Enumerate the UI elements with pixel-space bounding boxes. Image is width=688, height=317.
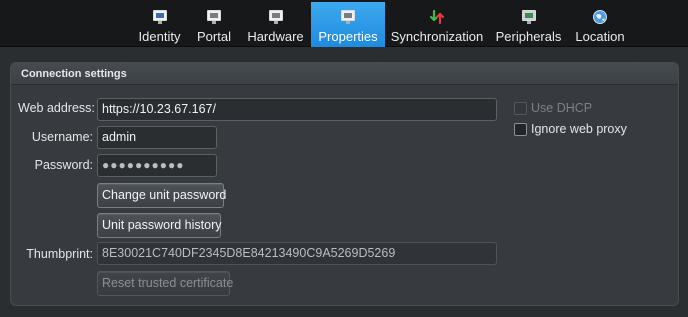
reset-trusted-certificate-button[interactable]: Reset trusted certificate [97,271,233,296]
synchronization-icon [429,9,445,25]
password-label: Password: [34,158,93,172]
tab-label: Synchronization [390,29,484,44]
tab-synchronization[interactable]: Synchronization [389,2,485,47]
username-label: Username: [31,130,93,144]
tab-peripherals[interactable]: Peripherals [495,2,562,47]
portal-icon [206,9,222,25]
properties-icon [340,9,356,25]
password-input[interactable]: ●●●●●●●●●● [97,154,217,177]
tab-bar: Identity Portal Hardware Properties Sync… [0,0,688,47]
tab-label: Location [575,29,625,44]
use-dhcp-checkbox[interactable]: Use DHCP [514,101,592,115]
username-input[interactable]: admin [97,126,217,149]
checkbox-box [514,101,527,115]
tab-label: Portal [197,29,231,44]
tab-label: Peripherals [495,29,562,44]
tab-label: Hardware [247,29,304,44]
location-icon [592,9,608,25]
change-unit-password-button[interactable]: Change unit password [97,183,226,208]
web-address-input[interactable]: https://10.23.67.167/ [97,98,497,121]
web-address-label: Web address: [18,101,95,115]
peripherals-icon [521,9,537,25]
checkbox-box [514,122,527,136]
section-title: Connection settings [11,63,678,85]
ignore-web-proxy-checkbox[interactable]: Ignore web proxy [514,122,627,136]
tab-label: Properties [318,29,378,44]
unit-password-history-button[interactable]: Unit password history [97,213,222,238]
use-dhcp-label: Use DHCP [531,101,593,115]
tab-identity[interactable]: Identity [131,2,188,47]
ignore-web-proxy-label: Ignore web proxy [531,122,627,136]
tab-portal[interactable]: Portal [188,2,240,47]
tab-label: Identity [138,29,181,44]
tab-properties[interactable]: Properties [311,2,385,47]
tab-hardware[interactable]: Hardware [241,2,310,47]
thumbprint-label: Thumbprint: [26,247,93,261]
identity-icon [152,9,168,25]
tab-location[interactable]: Location [573,2,627,47]
thumbprint-field: 8E30021C740DF2345D8E84213490C9A5269D5269 [97,242,497,265]
hardware-icon [268,9,284,25]
